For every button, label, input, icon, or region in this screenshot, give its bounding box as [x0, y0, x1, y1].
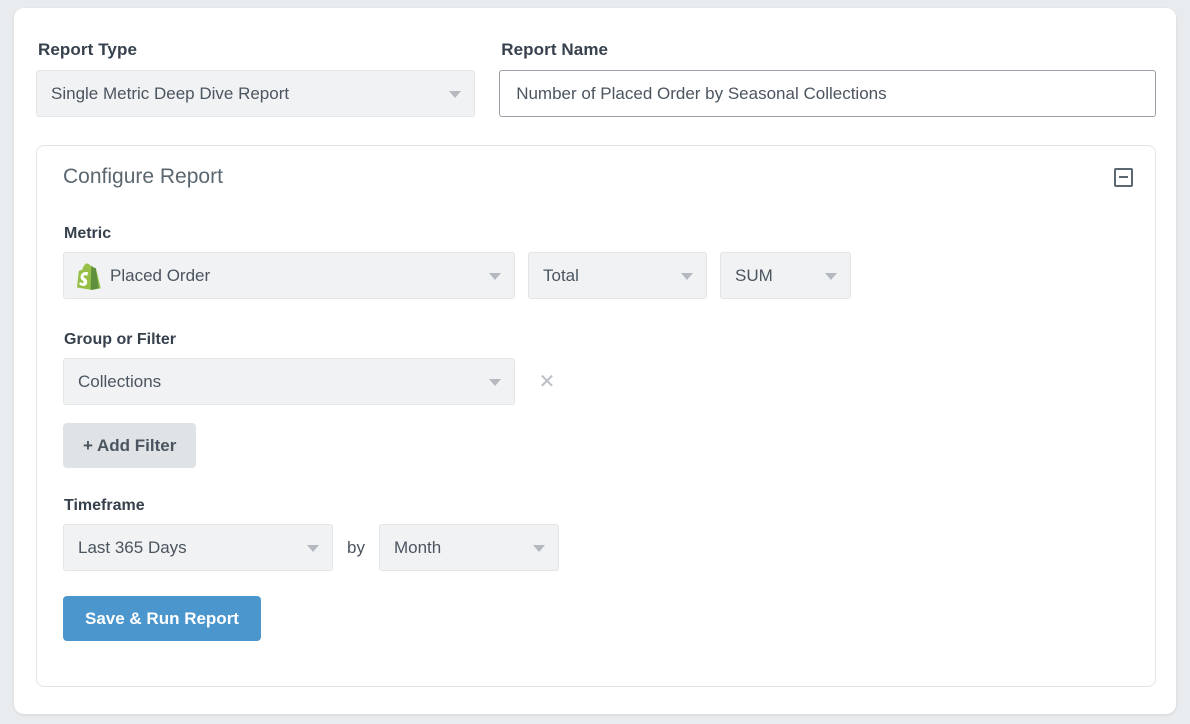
timeframe-label: Timeframe [64, 496, 1135, 515]
chevron-down-icon [449, 91, 461, 98]
chevron-down-icon [489, 273, 501, 280]
group-filter-select[interactable]: Collections [63, 358, 515, 405]
report-builder-page: Report Type Single Metric Deep Dive Repo… [0, 0, 1190, 724]
spacer [63, 299, 1135, 330]
configure-report-card: Configure Report Metric [36, 145, 1156, 687]
metric-scope-value: Total [543, 266, 579, 286]
timeframe-row: Last 365 Days by Month [63, 524, 1135, 571]
timeframe-section: Timeframe Last 365 Days by Month [63, 496, 1135, 571]
spacer [63, 468, 1135, 496]
chevron-down-icon [825, 273, 837, 280]
group-filter-row: Collections ✕ [63, 358, 1135, 405]
report-builder-card: Report Type Single Metric Deep Dive Repo… [14, 8, 1176, 714]
metric-row: Placed Order Total SUM [63, 252, 1135, 299]
report-name-input[interactable] [499, 70, 1156, 117]
metric-label: Metric [64, 224, 1135, 243]
metric-scope-select[interactable]: Total [528, 252, 707, 299]
group-filter-section: Group or Filter Collections ✕ + Add Filt… [63, 330, 1135, 468]
configure-report-header: Configure Report [37, 146, 1155, 208]
configure-report-title: Configure Report [63, 165, 223, 189]
chevron-down-icon [681, 273, 693, 280]
report-type-select[interactable]: Single Metric Deep Dive Report [36, 70, 475, 117]
report-name-label: Report Name [501, 40, 1156, 60]
report-type-field: Report Type Single Metric Deep Dive Repo… [36, 40, 475, 117]
save-and-run-report-button[interactable]: Save & Run Report [63, 596, 261, 641]
add-filter-button[interactable]: + Add Filter [63, 423, 196, 468]
timeframe-range-value: Last 365 Days [78, 538, 187, 558]
metric-section: Metric Placed Order [63, 224, 1135, 299]
report-type-value: Single Metric Deep Dive Report [51, 84, 289, 104]
report-meta-row: Report Type Single Metric Deep Dive Repo… [36, 40, 1156, 117]
report-type-label: Report Type [38, 40, 475, 60]
timeframe-interval-value: Month [394, 538, 441, 558]
timeframe-range-select[interactable]: Last 365 Days [63, 524, 333, 571]
chevron-down-icon [489, 379, 501, 386]
report-name-field: Report Name [499, 40, 1156, 117]
timeframe-by-label: by [347, 538, 365, 558]
configure-report-body: Metric Placed Order [63, 224, 1135, 641]
group-filter-value: Collections [78, 372, 161, 392]
chevron-down-icon [533, 545, 545, 552]
minus-bar [1119, 176, 1128, 178]
chevron-down-icon [307, 545, 319, 552]
minus-square-icon[interactable] [1114, 168, 1133, 187]
metric-function-value: SUM [735, 266, 773, 286]
close-icon[interactable]: ✕ [534, 369, 560, 395]
metric-value: Placed Order [110, 266, 210, 286]
group-filter-label: Group or Filter [64, 330, 1135, 349]
shopify-icon [76, 262, 102, 291]
timeframe-interval-select[interactable]: Month [379, 524, 559, 571]
metric-select[interactable]: Placed Order [63, 252, 515, 299]
metric-function-select[interactable]: SUM [720, 252, 851, 299]
